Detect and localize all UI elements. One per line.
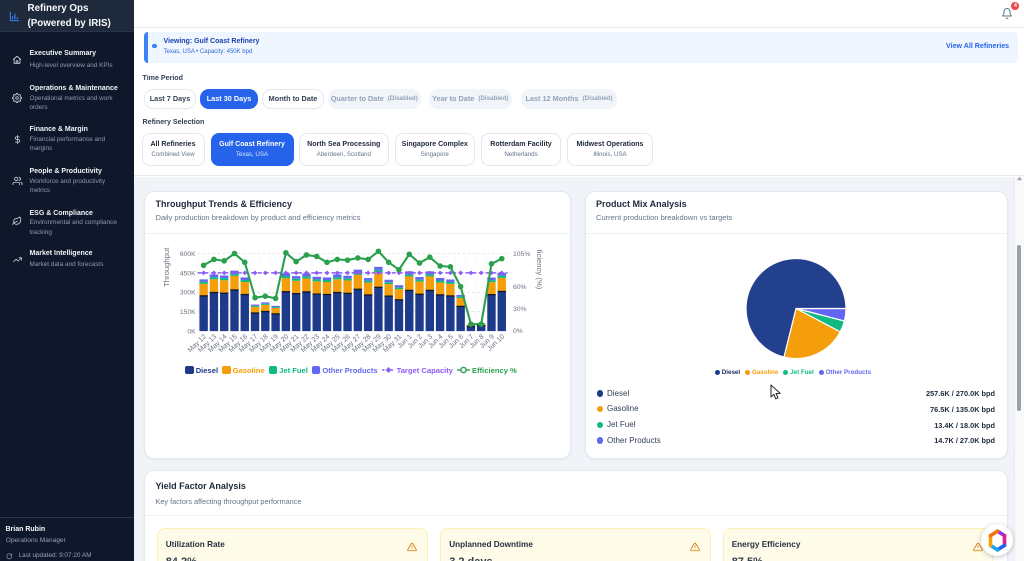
svg-text:0%: 0% [513, 328, 523, 335]
svg-text:Throughput: Throughput [161, 246, 170, 286]
svg-text:600K: 600K [179, 250, 195, 257]
svg-text:0K: 0K [187, 328, 196, 335]
svg-text:300K: 300K [179, 289, 195, 296]
svg-text:ficiency (%): ficiency (%) [535, 249, 544, 289]
svg-text:150K: 150K [179, 309, 195, 316]
svg-text:105%: 105% [513, 250, 530, 257]
svg-text:30%: 30% [513, 306, 527, 313]
svg-text:450K: 450K [179, 270, 195, 277]
svg-text:60%: 60% [513, 284, 527, 291]
